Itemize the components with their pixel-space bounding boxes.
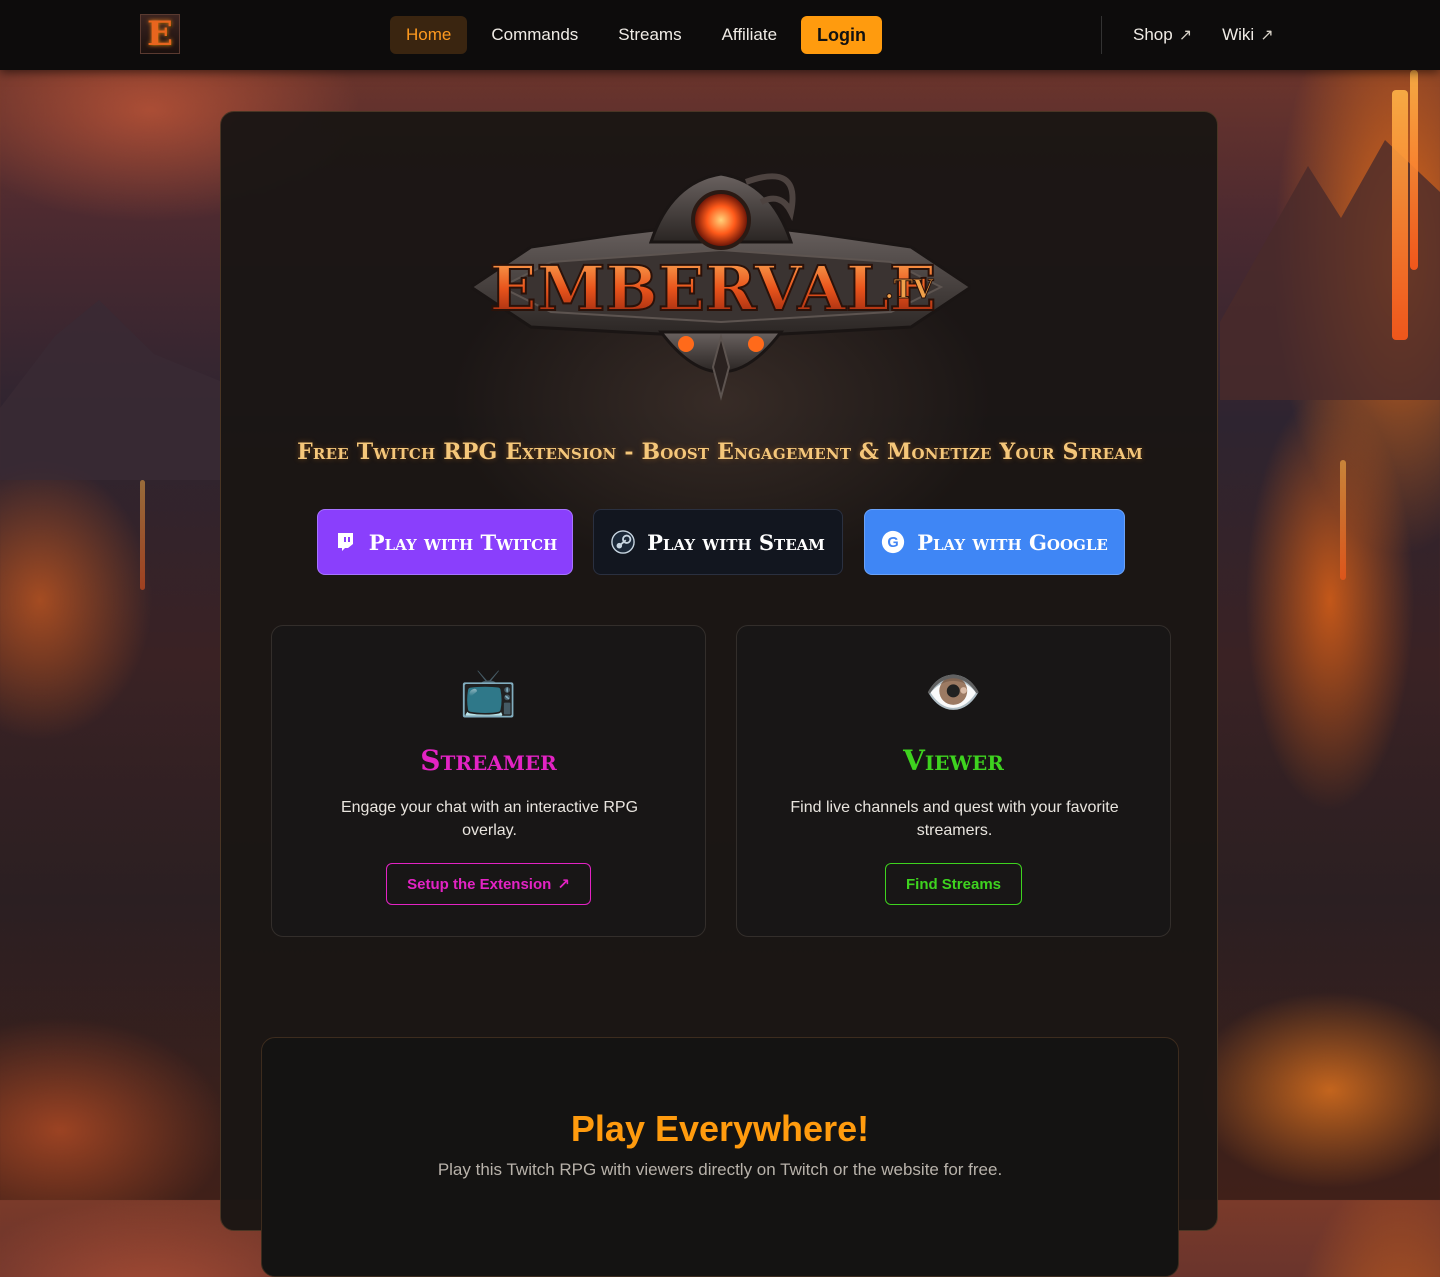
find-streams-button[interactable]: Find Streams bbox=[885, 863, 1022, 905]
nav-home[interactable]: Home bbox=[390, 16, 468, 54]
streamer-card: 📺 Streamer Engage your chat with an inte… bbox=[271, 625, 706, 937]
play-everywhere-subtitle: Play this Twitch RPG with viewers direct… bbox=[437, 1160, 1003, 1179]
tagline: Free Twitch RPG Extension - Boost Engage… bbox=[297, 439, 1143, 465]
eye-icon: 👁️ bbox=[924, 666, 983, 718]
embervale-logo: EMBERVALE .TV bbox=[471, 172, 971, 401]
external-nav: Shop ↗ Wiki ↗ bbox=[1118, 16, 1289, 54]
external-link-icon: ↗ bbox=[1260, 27, 1274, 44]
external-link-icon: ↗ bbox=[557, 876, 570, 893]
nav-wiki[interactable]: Wiki ↗ bbox=[1207, 25, 1289, 45]
nav-shop-label: Shop bbox=[1133, 25, 1173, 44]
lavafall-shape bbox=[1410, 70, 1418, 270]
nav-streams[interactable]: Streams bbox=[602, 16, 697, 54]
play-everywhere-section: Play Everywhere! Play this Twitch RPG wi… bbox=[261, 1037, 1179, 1277]
google-icon: G bbox=[881, 530, 905, 554]
setup-extension-label: Setup the Extension bbox=[407, 875, 552, 893]
login-button[interactable]: Login bbox=[801, 16, 883, 54]
twitch-icon bbox=[333, 530, 357, 554]
play-with-twitch-label: Play with Twitch bbox=[368, 529, 558, 555]
lavafall-shape bbox=[1392, 90, 1408, 340]
viewer-card: 👁️ Viewer Find live channels and quest w… bbox=[736, 625, 1171, 937]
logo-suffix: .TV bbox=[885, 275, 934, 305]
lavafall-shape bbox=[1340, 460, 1346, 580]
play-with-google-label: Play with Google bbox=[917, 529, 1108, 555]
site-logo[interactable]: E bbox=[140, 14, 180, 54]
viewer-description: Find live channels and quest with your f… bbox=[790, 799, 1119, 839]
viewer-title: Viewer bbox=[903, 744, 1004, 777]
play-with-steam-label: Play with Steam bbox=[647, 529, 825, 555]
nav-wiki-label: Wiki bbox=[1222, 25, 1255, 44]
play-with-steam-button[interactable]: Play with Steam bbox=[593, 509, 843, 575]
play-with-google-button[interactable]: G Play with Google bbox=[864, 509, 1125, 575]
nav-divider bbox=[1101, 16, 1102, 54]
logo-wordmark: EMBERVALE bbox=[489, 252, 936, 325]
nav-affiliate[interactable]: Affiliate bbox=[706, 16, 793, 54]
setup-extension-button[interactable]: Setup the Extension ↗ bbox=[386, 863, 591, 905]
tv-icon: 📺 bbox=[459, 666, 518, 718]
nav-shop[interactable]: Shop ↗ bbox=[1118, 25, 1207, 45]
svg-text:G: G bbox=[888, 535, 899, 551]
lavafall-shape bbox=[140, 480, 145, 590]
nav-commands[interactable]: Commands bbox=[475, 16, 594, 54]
play-with-twitch-button[interactable]: Play with Twitch bbox=[317, 509, 573, 575]
mountain-shape bbox=[0, 300, 220, 480]
streamer-title: Streamer bbox=[420, 744, 557, 777]
play-everywhere-title: Play Everywhere! bbox=[570, 1108, 870, 1149]
streamer-description: Engage your chat with an interactive RPG… bbox=[340, 799, 639, 839]
external-link-icon: ↗ bbox=[1178, 27, 1193, 44]
steam-icon bbox=[611, 530, 635, 554]
hero-card: EMBERVALE .TV Free Twitch RPG Extension … bbox=[220, 111, 1218, 1277]
primary-nav: Home Commands Streams Affiliate Login bbox=[390, 16, 883, 54]
top-navbar: E Home Commands Streams Affiliate Login … bbox=[0, 0, 1440, 70]
find-streams-label: Find Streams bbox=[905, 875, 1002, 893]
